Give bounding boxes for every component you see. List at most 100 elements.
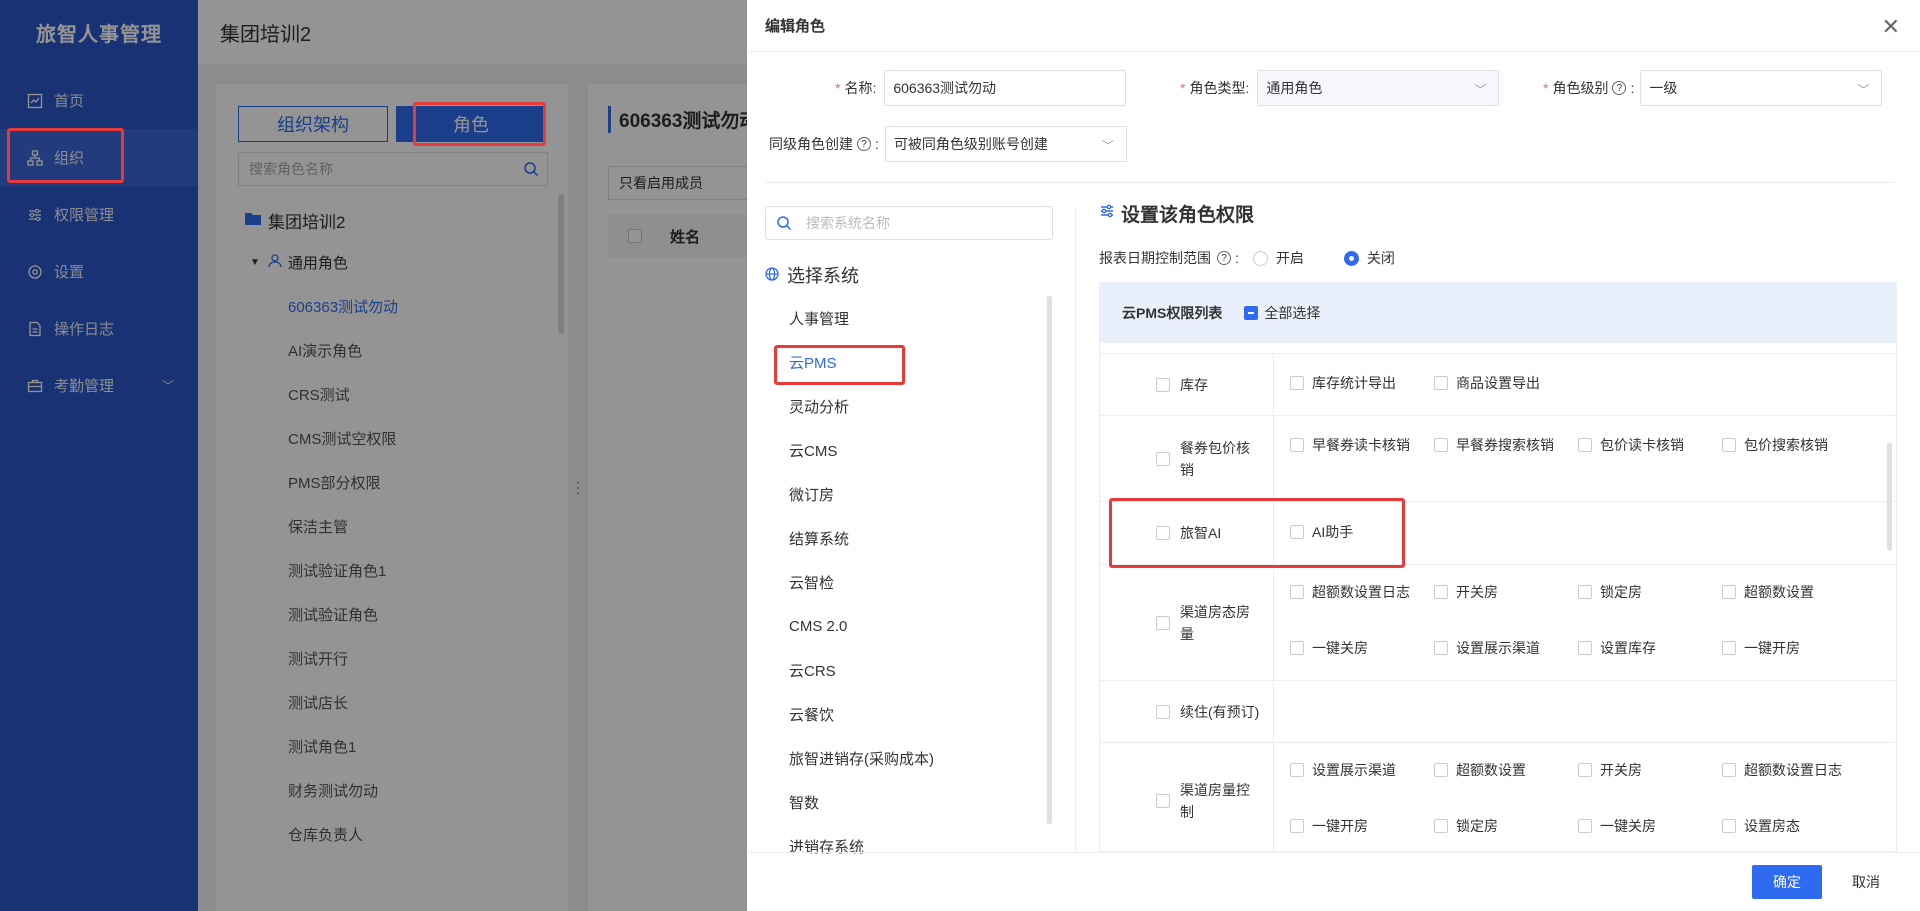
checkbox[interactable] bbox=[1578, 438, 1592, 452]
checkbox[interactable] bbox=[1578, 819, 1592, 833]
scrollbar[interactable] bbox=[1887, 443, 1892, 551]
select-all[interactable]: 全部选择 bbox=[1244, 303, 1320, 323]
system-item[interactable]: 云PMS bbox=[789, 340, 934, 384]
peer-field-row: 同级角色创建?: 可被同角色级别账号创建 ﹀ bbox=[769, 126, 1127, 162]
permission-option[interactable]: 一键关房 bbox=[1578, 815, 1700, 837]
help-icon[interactable]: ? bbox=[1612, 81, 1627, 95]
checkbox[interactable] bbox=[1290, 376, 1304, 390]
permission-option[interactable]: 超额数设置日志 bbox=[1722, 759, 1844, 781]
permission-option[interactable]: 商品设置导出 bbox=[1434, 372, 1556, 394]
checkbox[interactable] bbox=[1722, 438, 1736, 452]
radio-off[interactable] bbox=[1343, 250, 1359, 266]
permission-option[interactable]: 设置展示渠道 bbox=[1434, 637, 1556, 659]
checkbox[interactable] bbox=[1722, 819, 1736, 833]
permission-category[interactable]: 续住(有预订) bbox=[1100, 681, 1274, 742]
checkbox[interactable] bbox=[1434, 585, 1448, 599]
checkbox[interactable] bbox=[1722, 763, 1736, 777]
checkbox[interactable] bbox=[1290, 641, 1304, 655]
permission-category[interactable]: 库存 bbox=[1100, 354, 1274, 415]
permission-option[interactable]: 早餐券搜索核销 bbox=[1434, 434, 1556, 456]
permission-category[interactable]: 渠道房态房量 bbox=[1100, 565, 1274, 680]
permission-option[interactable]: 一键开房 bbox=[1722, 637, 1844, 659]
permission-row: 渠道房态房量 超额数设置日志 开关房 锁定房 超额数设置 一键关房 设置展示渠道… bbox=[1100, 564, 1896, 680]
system-item[interactable]: 云CRS bbox=[789, 648, 934, 692]
checkbox[interactable] bbox=[1434, 641, 1448, 655]
checkbox[interactable] bbox=[1722, 641, 1736, 655]
radio-on[interactable] bbox=[1252, 250, 1268, 266]
checkbox[interactable] bbox=[1434, 763, 1448, 777]
checkbox[interactable] bbox=[1290, 525, 1304, 539]
permission-option[interactable]: 设置房态 bbox=[1722, 815, 1844, 837]
role-type-select[interactable]: 通用角色 ﹀ bbox=[1257, 70, 1500, 106]
system-item[interactable]: 云CMS bbox=[789, 428, 934, 472]
permission-option[interactable]: 锁定房 bbox=[1578, 581, 1700, 603]
checkbox[interactable] bbox=[1578, 641, 1592, 655]
option-label: 商品设置导出 bbox=[1456, 375, 1540, 391]
checkbox[interactable] bbox=[1578, 585, 1592, 599]
checkbox[interactable] bbox=[1434, 819, 1448, 833]
checkbox[interactable] bbox=[1722, 585, 1736, 599]
permission-option[interactable]: 早餐券读卡核销 bbox=[1290, 434, 1412, 456]
scrollbar[interactable] bbox=[1047, 296, 1052, 824]
checkbox[interactable] bbox=[1156, 615, 1170, 630]
permission-row: 餐券包价核销 早餐券读卡核销 早餐券搜索核销 包价读卡核销 包价搜索核销 bbox=[1100, 415, 1896, 501]
checkbox[interactable] bbox=[1156, 451, 1170, 466]
permission-option[interactable]: 开关房 bbox=[1578, 759, 1700, 781]
permission-option[interactable]: 库存统计导出 bbox=[1290, 372, 1412, 394]
checkbox[interactable] bbox=[1156, 704, 1170, 719]
permission-row: 库存 库存统计导出 商品设置导出 bbox=[1100, 353, 1896, 415]
permission-table-header: 云PMS权限列表 全部选择 bbox=[1100, 283, 1896, 343]
radio-off-label[interactable]: 关闭 bbox=[1367, 248, 1395, 268]
permission-option[interactable]: 包价读卡核销 bbox=[1578, 434, 1700, 456]
checkbox[interactable] bbox=[1156, 526, 1170, 540]
system-item[interactable]: 智数 bbox=[789, 780, 934, 824]
permission-option[interactable]: AI助手 bbox=[1290, 521, 1412, 543]
system-item[interactable]: 旅智进销存(采购成本) bbox=[789, 736, 934, 780]
select-all-checkbox[interactable] bbox=[1244, 306, 1259, 320]
checkbox[interactable] bbox=[1290, 438, 1304, 452]
radio-on-label[interactable]: 开启 bbox=[1276, 248, 1304, 268]
role-name-input[interactable]: 606363测试勿动 bbox=[884, 70, 1127, 106]
confirm-button[interactable]: 确定 bbox=[1752, 865, 1822, 899]
checkbox[interactable] bbox=[1290, 819, 1304, 833]
system-search-input[interactable]: 搜索系统名称 bbox=[765, 206, 1053, 240]
checkbox[interactable] bbox=[1156, 793, 1170, 808]
peer-create-select[interactable]: 可被同角色级别账号创建 ﹀ bbox=[884, 126, 1127, 162]
permission-category[interactable]: 旅智AI bbox=[1100, 502, 1274, 564]
permission-option[interactable]: 设置展示渠道 bbox=[1290, 759, 1412, 781]
permission-option[interactable]: 一键开房 bbox=[1290, 815, 1412, 837]
option-label: 包价读卡核销 bbox=[1600, 437, 1684, 453]
system-item[interactable]: 微订房 bbox=[789, 472, 934, 516]
system-item[interactable]: 云智检 bbox=[789, 560, 934, 604]
permission-option[interactable]: 包价搜索核销 bbox=[1722, 434, 1844, 456]
permission-category[interactable]: 餐券包价核销 bbox=[1100, 416, 1274, 501]
system-title-label: 选择系统 bbox=[787, 266, 859, 286]
cancel-button[interactable]: 取消 bbox=[1834, 865, 1898, 899]
system-item[interactable]: 结算系统 bbox=[789, 516, 934, 560]
system-item[interactable]: 人事管理 bbox=[789, 296, 934, 340]
permission-category[interactable]: 渠道房量控制 bbox=[1100, 743, 1274, 851]
option-label: 一键开房 bbox=[1744, 640, 1800, 656]
role-level-select[interactable]: 一级 ﹀ bbox=[1640, 70, 1883, 106]
help-icon[interactable]: ? bbox=[1217, 251, 1231, 265]
category-label: 渠道房量控制 bbox=[1180, 781, 1250, 820]
checkbox[interactable] bbox=[1156, 377, 1170, 392]
checkbox[interactable] bbox=[1290, 585, 1304, 599]
permission-option[interactable]: 设置库存 bbox=[1578, 637, 1700, 659]
close-icon[interactable]: ✕ bbox=[1882, 14, 1900, 40]
checkbox[interactable] bbox=[1290, 763, 1304, 777]
permission-option[interactable]: 锁定房 bbox=[1434, 815, 1556, 837]
permission-option[interactable]: 超额数设置日志 bbox=[1290, 581, 1412, 603]
system-item[interactable]: CMS 2.0 bbox=[789, 604, 934, 648]
checkbox[interactable] bbox=[1578, 763, 1592, 777]
role-type-value: 通用角色 bbox=[1266, 80, 1323, 96]
permission-option[interactable]: 超额数设置 bbox=[1722, 581, 1844, 603]
checkbox[interactable] bbox=[1434, 376, 1448, 390]
permission-option[interactable]: 一键关房 bbox=[1290, 637, 1412, 659]
permission-option[interactable]: 超额数设置 bbox=[1434, 759, 1556, 781]
system-item[interactable]: 灵动分析 bbox=[789, 384, 934, 428]
system-item[interactable]: 云餐饮 bbox=[789, 692, 934, 736]
permission-option[interactable]: 开关房 bbox=[1434, 581, 1556, 603]
checkbox[interactable] bbox=[1434, 438, 1448, 452]
help-icon[interactable]: ? bbox=[857, 137, 871, 151]
